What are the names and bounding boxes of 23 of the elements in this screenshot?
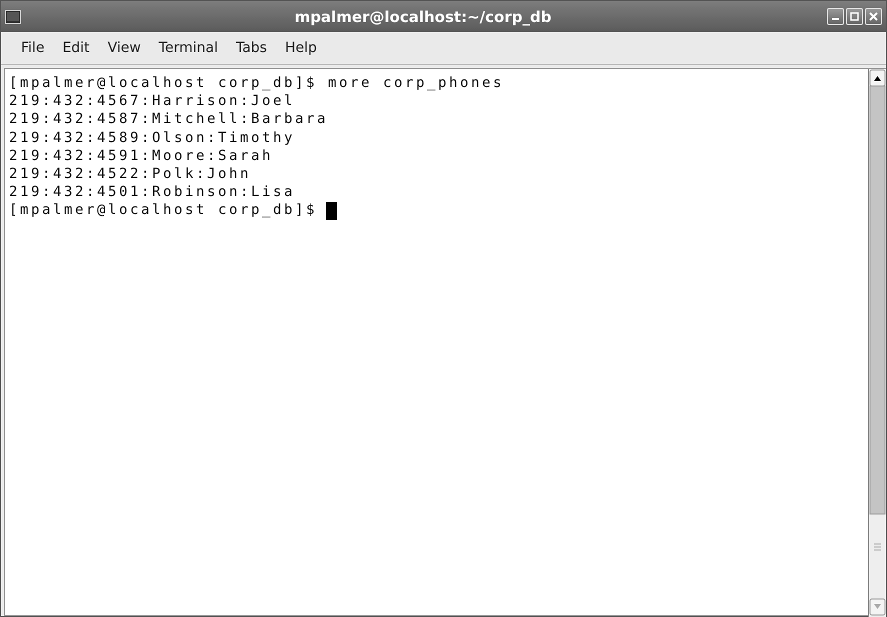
maximize-button[interactable] <box>846 8 863 25</box>
text-cursor <box>326 202 337 220</box>
scrollbar-drawing[interactable] <box>868 69 886 617</box>
window-title: mpalmer@localhost:~/corp_db <box>294 8 552 26</box>
menu-item[interactable]: Tabs <box>228 38 275 58</box>
menu-item[interactable]: Edit <box>54 38 98 58</box>
minimize-button[interactable] <box>827 8 844 25</box>
maximize-icon <box>850 12 859 21</box>
menu-item[interactable]: View <box>100 38 149 58</box>
terminal-line: [mpalmer@localhost corp_db]$ more corp_phones <box>9 74 504 92</box>
close-button[interactable] <box>865 8 882 25</box>
terminal-line: 219:432:4587:Mitchell:Barbara <box>9 110 328 129</box>
terminal-line: 219:432:4522:Polk:John <box>9 165 251 184</box>
terminal-line: 219:432:4501:Robinson:Lisa <box>9 183 295 202</box>
close-icon <box>869 12 878 21</box>
terminal-line: 219:432:4591:Moore:Sarah <box>9 146 273 166</box>
menu-item[interactable]: Terminal <box>150 38 226 58</box>
terminal-line: 219:432:4567:Harrison:Joel <box>9 92 295 110</box>
shell-prompt: [mpalmer@localhost corp_db]$ <box>9 201 317 220</box>
terminal-icon <box>5 10 21 24</box>
menu-item[interactable]: File <box>13 38 52 58</box>
terminal-line: 219:432:4589:Olson:Timothy <box>9 128 295 147</box>
menu-item[interactable]: Help <box>276 38 325 58</box>
